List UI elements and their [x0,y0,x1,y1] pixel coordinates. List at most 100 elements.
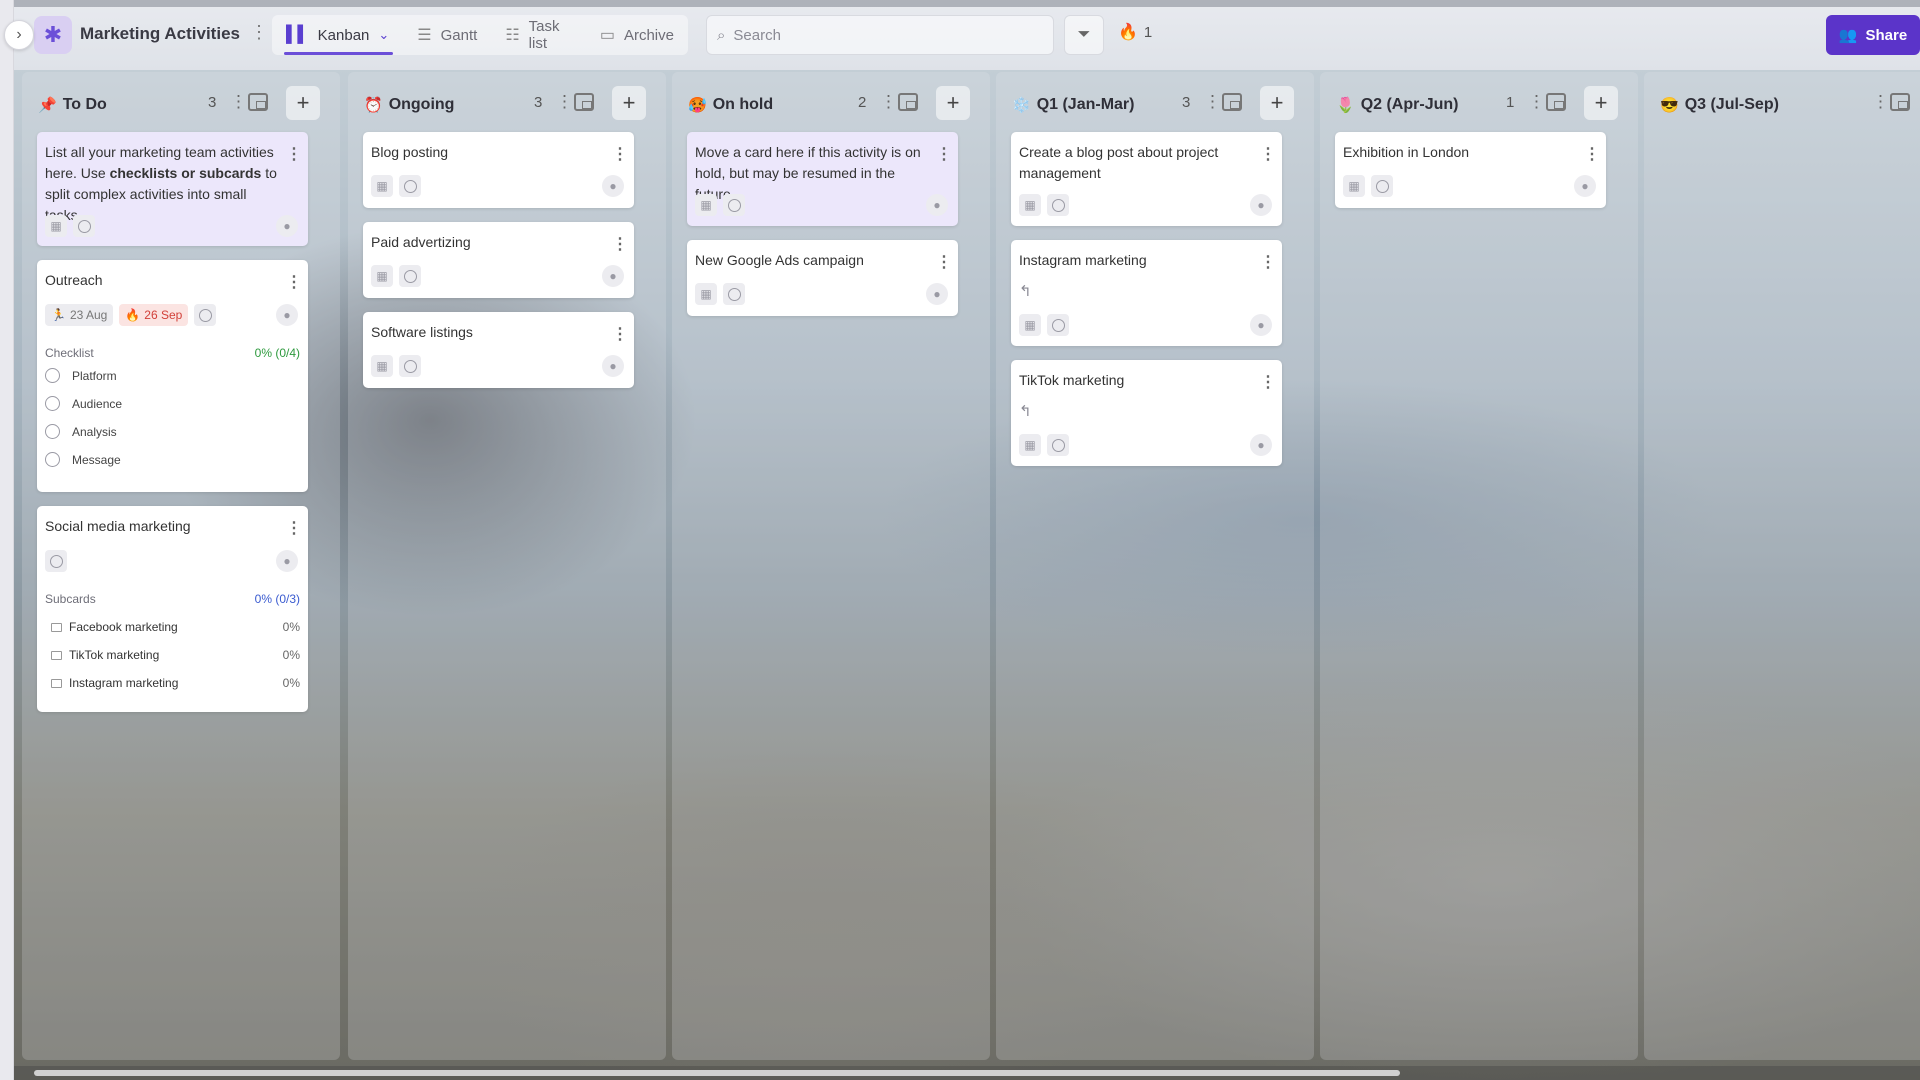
add-card-button[interactable]: + [936,86,970,120]
column-menu-icon[interactable]: ⋮ [1204,92,1221,112]
tab-kanban[interactable]: ▌▌ Kanban ⌄ [272,15,403,55]
column-title[interactable]: Q3 (Jul-Sep) [1685,96,1779,114]
add-card-button[interactable]: + [1584,86,1618,120]
assignee-avatar[interactable]: ● [926,194,948,216]
card[interactable]: Paid advertizing ⋮ ▦ ● [363,222,634,298]
assignee-avatar[interactable]: ● [602,265,624,287]
subcard-item[interactable]: TikTok marketing 0% [51,648,300,662]
card-menu-icon[interactable]: ⋮ [286,518,302,538]
status-icon[interactable] [399,355,421,377]
tab-archive[interactable]: ▭ Archive [586,15,688,55]
card-menu-icon[interactable]: ⋮ [612,324,628,344]
expand-sidebar-button[interactable]: › [4,20,34,50]
column-menu-icon[interactable]: ⋮ [880,92,897,112]
status-icon[interactable] [399,175,421,197]
calendar-icon[interactable]: ▦ [1343,175,1365,197]
assignee-avatar[interactable]: ● [276,304,298,326]
column-layout-icon[interactable] [1546,93,1566,111]
column-layout-icon[interactable] [1222,93,1242,111]
column-title[interactable]: Q1 (Jan-Mar) [1037,96,1135,114]
scrollbar-thumb[interactable] [34,1070,1400,1076]
card[interactable]: List all your marketing team activities … [37,132,308,246]
status-icon[interactable] [723,283,745,305]
card[interactable]: Social media marketing ⋮ ● Subcards 0% (… [37,506,308,712]
column-menu-icon[interactable]: ⋮ [556,92,573,112]
assignee-avatar[interactable]: ● [1250,194,1272,216]
checkbox[interactable] [45,368,60,383]
status-icon[interactable] [73,215,95,237]
search-input[interactable] [733,26,1034,44]
card[interactable]: TikTok marketing ⋮ ↰ ▦ ● [1011,360,1282,466]
tab-task-list[interactable]: ☷ Task list [491,15,586,55]
parent-card-icon[interactable]: ↰ [1019,282,1032,300]
subcard-item[interactable]: Instagram marketing 0% [51,676,300,690]
assignee-avatar[interactable]: ● [926,283,948,305]
checkbox[interactable] [45,424,60,439]
filter-button[interactable]: ⏷ [1064,15,1104,55]
add-card-button[interactable]: + [286,86,320,120]
card-menu-icon[interactable]: ⋮ [1260,252,1276,272]
column-title[interactable]: On hold [713,96,773,114]
card-menu-icon[interactable]: ⋮ [1260,144,1276,164]
column-menu-icon[interactable]: ⋮ [230,92,247,112]
column-layout-icon[interactable] [574,93,594,111]
search-box[interactable]: ⌕ [706,15,1054,55]
assignee-avatar[interactable]: ● [602,355,624,377]
calendar-icon[interactable]: ▦ [371,355,393,377]
card-menu-icon[interactable]: ⋮ [936,252,952,272]
column-layout-icon[interactable] [1890,93,1910,111]
card[interactable]: Move a card here if this activity is on … [687,132,958,226]
add-card-button[interactable]: + [612,86,646,120]
assignee-avatar[interactable]: ● [602,175,624,197]
tab-gantt[interactable]: ☰ Gantt [403,15,491,55]
card[interactable]: Instagram marketing ⋮ ↰ ▦ ● [1011,240,1282,346]
calendar-icon[interactable]: ▦ [695,194,717,216]
card[interactable]: New Google Ads campaign ⋮ ▦ ● [687,240,958,316]
calendar-icon[interactable]: ▦ [371,175,393,197]
column-layout-icon[interactable] [898,93,918,111]
card-menu-icon[interactable]: ⋮ [936,144,952,164]
calendar-icon[interactable]: ▦ [371,265,393,287]
calendar-icon[interactable]: ▦ [1019,314,1041,336]
card-menu-icon[interactable]: ⋮ [286,144,302,164]
calendar-icon[interactable]: ▦ [1019,434,1041,456]
status-icon[interactable] [399,265,421,287]
card[interactable]: Exhibition in London ⋮ ▦ ● [1335,132,1606,208]
column-menu-icon[interactable]: ⋮ [1528,92,1545,112]
horizontal-scrollbar[interactable] [14,1066,1920,1080]
due-date-chip[interactable]: 🔥 26 Sep [119,304,189,326]
card-menu-icon[interactable]: ⋮ [286,272,302,292]
checklist-item[interactable]: Platform [45,368,117,383]
status-icon[interactable] [723,194,745,216]
hot-cards-badge[interactable]: 🔥 1 [1118,22,1152,42]
card-menu-icon[interactable]: ⋮ [612,234,628,254]
assignee-avatar[interactable]: ● [276,550,298,572]
share-button[interactable]: 👥 Share [1826,15,1920,55]
calendar-icon[interactable]: ▦ [1019,194,1041,216]
column-title[interactable]: To Do [63,96,107,114]
board-logo-icon[interactable]: ✱ [34,16,72,54]
parent-card-icon[interactable]: ↰ [1019,402,1032,420]
card[interactable]: Blog posting ⋮ ▦ ● [363,132,634,208]
status-icon[interactable] [1047,194,1069,216]
card[interactable]: Software listings ⋮ ▦ ● [363,312,634,388]
add-card-button[interactable]: + [1260,86,1294,120]
card[interactable]: Create a blog post about project managem… [1011,132,1282,226]
column-layout-icon[interactable] [248,93,268,111]
calendar-icon[interactable]: ▦ [695,283,717,305]
assignee-avatar[interactable]: ● [276,215,298,237]
status-icon[interactable] [1371,175,1393,197]
card-menu-icon[interactable]: ⋮ [612,144,628,164]
column-menu-icon[interactable]: ⋮ [1872,92,1889,112]
start-date-chip[interactable]: 🏃 23 Aug [45,304,114,326]
checkbox[interactable] [45,452,60,467]
board-menu-icon[interactable]: ⋮ [250,22,268,43]
status-icon[interactable] [45,550,67,572]
checkbox[interactable] [45,396,60,411]
status-icon[interactable] [1047,314,1069,336]
checklist-item[interactable]: Audience [45,396,122,411]
status-icon[interactable] [1047,434,1069,456]
card[interactable]: Outreach ⋮ 🏃 23 Aug 🔥 26 Sep ● Checklist 0… [37,260,308,492]
chevron-down-icon[interactable]: ⌄ [378,27,389,43]
assignee-avatar[interactable]: ● [1250,434,1272,456]
